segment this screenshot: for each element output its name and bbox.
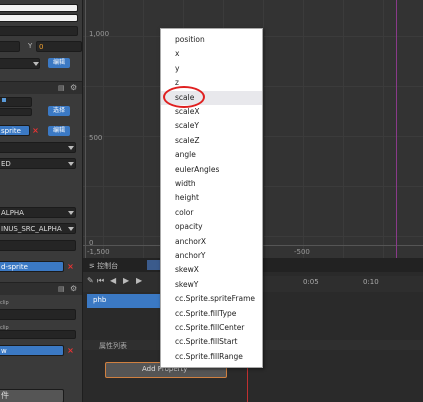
- next-frame-icon[interactable]: ▶: [136, 276, 142, 285]
- menu-item-color[interactable]: color: [161, 206, 262, 220]
- menu-item-anchory[interactable]: anchorY: [161, 249, 262, 263]
- empty-field[interactable]: [0, 240, 76, 251]
- clip-field[interactable]: [0, 309, 76, 320]
- tab-console[interactable]: ⋝ 控制台: [89, 261, 118, 271]
- sprite-frame-field-2[interactable]: d-sprite: [0, 261, 64, 272]
- chevron-down-icon: [68, 146, 74, 150]
- gear-icon[interactable]: ⚙: [70, 83, 77, 92]
- chevron-down-icon: [33, 62, 39, 66]
- menu-item-scale[interactable]: scale: [161, 85, 262, 108]
- time-label-10: 0:10: [363, 278, 379, 286]
- menu-item-cc-sprite-filltype[interactable]: cc.Sprite.fillType: [161, 307, 262, 321]
- type-select[interactable]: [0, 142, 76, 153]
- node-item-label: phb: [93, 296, 107, 304]
- menu-item-scaley[interactable]: scaleY: [161, 119, 262, 133]
- axis-label-neg500: -500: [294, 248, 310, 256]
- first-frame-icon[interactable]: ⏮: [97, 276, 104, 286]
- clear-icon[interactable]: ×: [66, 262, 75, 271]
- axis-label-0: 0: [89, 239, 94, 247]
- gear-icon[interactable]: ⚙: [70, 284, 77, 293]
- chevron-down-icon: [68, 162, 74, 166]
- clip-label: clip: [0, 300, 9, 306]
- inspector-panel: Y 0 编辑 ▤ ⚙ 选择 sprite × 编辑 ED ALPHA INUS_…: [0, 0, 83, 402]
- prev-frame-icon[interactable]: ◀: [110, 276, 116, 285]
- component-field-2[interactable]: [0, 108, 32, 116]
- menu-item-anchorx[interactable]: anchorX: [161, 235, 262, 249]
- tab-console-label: 控制台: [97, 262, 119, 270]
- add-property-menu: position x y z scale scaleX scaleY scaleZ angle e…: [160, 28, 263, 368]
- clip-field-2[interactable]: [0, 330, 76, 339]
- time-label-5: 0:05: [303, 278, 319, 286]
- time-ruler[interactable]: 0:05 0:10: [247, 276, 423, 292]
- edit-icon[interactable]: ✎: [87, 276, 94, 285]
- book-icon[interactable]: ▤: [58, 285, 65, 293]
- menu-item-position[interactable]: position: [161, 33, 262, 47]
- y-axis-line: [85, 0, 86, 258]
- menu-item-cc-sprite-fillcenter[interactable]: cc.Sprite.fillCenter: [161, 321, 262, 335]
- x-input[interactable]: [0, 26, 78, 36]
- sprite-frame-field[interactable]: sprite: [0, 125, 30, 136]
- playback-toolbar: ✎ ⏮ ◀ ▶ ▶: [83, 272, 163, 292]
- axis-label-1000: 1,000: [89, 30, 110, 38]
- menu-item-scalez[interactable]: scaleZ: [161, 134, 262, 148]
- y-value-input[interactable]: 0: [36, 41, 82, 52]
- name-field[interactable]: [0, 4, 78, 12]
- property-list-label: 属性列表: [99, 342, 127, 350]
- book-icon[interactable]: ▤: [58, 84, 65, 92]
- clear-icon[interactable]: ×: [31, 126, 40, 135]
- menu-item-cc-sprite-fillrange[interactable]: cc.Sprite.fillRange: [161, 350, 262, 364]
- y-label: Y: [28, 42, 33, 50]
- menu-item-width[interactable]: width: [161, 177, 262, 191]
- menu-item-angle[interactable]: angle: [161, 148, 262, 162]
- select-button[interactable]: 选择: [48, 106, 70, 116]
- play-icon[interactable]: ▶: [123, 276, 129, 285]
- menu-item-height[interactable]: height: [161, 191, 262, 205]
- axis-label-neg1500: -1,500: [87, 248, 110, 256]
- axis-label-500: 500: [89, 134, 103, 142]
- dst-blend-select[interactable]: INUS_SRC_ALPHA: [0, 223, 76, 234]
- src-blend-select[interactable]: ALPHA: [0, 207, 76, 218]
- x-value-input[interactable]: [0, 41, 20, 52]
- component-header-1[interactable]: ▤ ⚙: [0, 81, 82, 94]
- name-field-2[interactable]: [0, 14, 78, 22]
- menu-item-y[interactable]: y: [161, 62, 262, 76]
- console-icon: ⋝: [89, 262, 95, 270]
- menu-item-x[interactable]: x: [161, 47, 262, 61]
- add-component-button[interactable]: 件: [0, 389, 64, 402]
- menu-item-scalex[interactable]: scaleX: [161, 105, 262, 119]
- design-bounds-line: [396, 0, 397, 258]
- menu-item-eulerangles[interactable]: eulerAngles: [161, 163, 262, 177]
- menu-item-cc-sprite-spriteframe[interactable]: cc.Sprite.spriteFrame: [161, 292, 262, 306]
- size-mode-select[interactable]: ED: [0, 158, 76, 169]
- node-item-selected[interactable]: phb: [87, 294, 163, 308]
- menu-item-opacity[interactable]: opacity: [161, 220, 262, 234]
- chevron-down-icon: [68, 227, 74, 231]
- menu-item-cc-sprite-fillstart[interactable]: cc.Sprite.fillStart: [161, 335, 262, 349]
- default-clip-field[interactable]: w: [0, 345, 64, 356]
- edit-button-1[interactable]: 编辑: [48, 58, 70, 68]
- menu-item-skewx[interactable]: skewX: [161, 263, 262, 277]
- edit-button-2[interactable]: 编辑: [48, 126, 70, 136]
- menu-item-skewy[interactable]: skewY: [161, 278, 262, 292]
- component-header-2[interactable]: ▤ ⚙: [0, 282, 82, 295]
- blue-marker: [2, 98, 6, 102]
- clear-icon[interactable]: ×: [66, 346, 75, 355]
- chevron-down-icon: [68, 211, 74, 215]
